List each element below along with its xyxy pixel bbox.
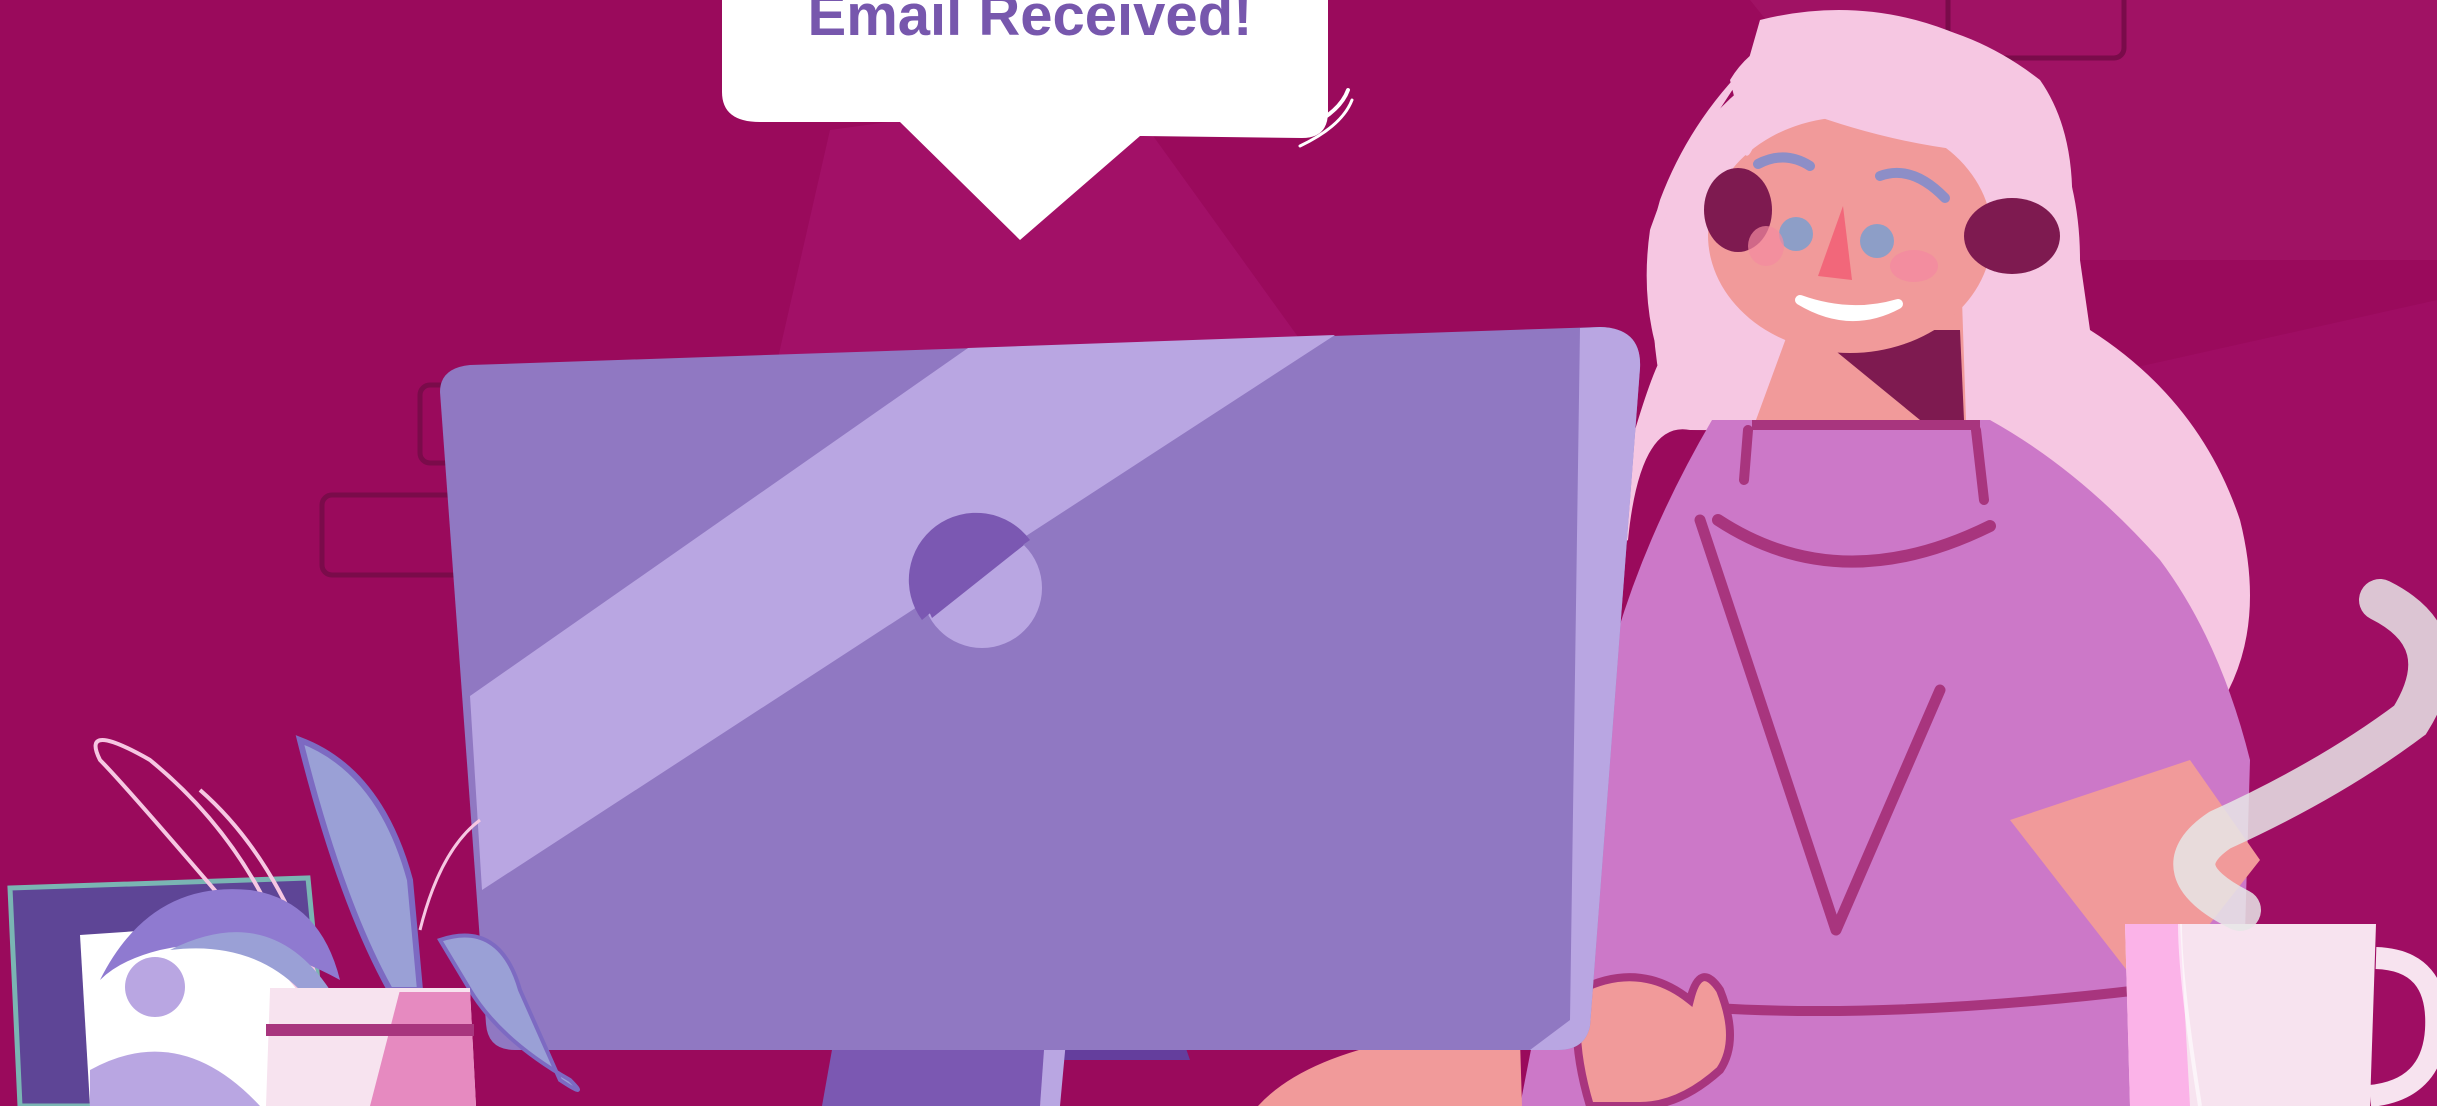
cheek-right	[1890, 250, 1938, 282]
speech-bubble-text: Email Received!	[808, 0, 1253, 48]
ear-right	[1964, 198, 2060, 274]
illustration-scene: Email Received!	[0, 0, 2437, 1106]
monitor-back-icon	[440, 327, 1641, 1106]
eye-left	[1779, 217, 1813, 251]
plant-pot-icon	[266, 988, 476, 1106]
eye-right	[1860, 224, 1894, 258]
cheek-left	[1748, 226, 1784, 266]
